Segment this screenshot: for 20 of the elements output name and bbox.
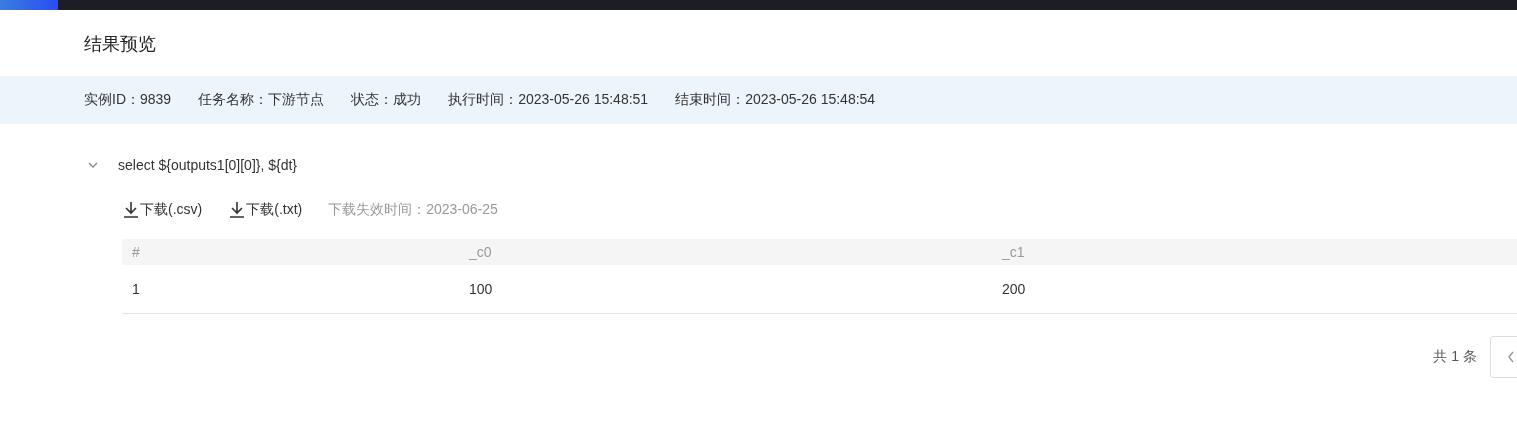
column-header: # (131, 244, 141, 260)
table-cell-text: 1 (131, 281, 141, 297)
expiry-text: 下载失效时间：2023-06-25 (328, 201, 498, 219)
info-item: 实例ID：9839 (84, 91, 172, 109)
info-item: 执行时间：2023-05-26 15:48:51 (448, 91, 649, 109)
column-header: _c1 (1000, 244, 1026, 260)
table-cell-text: 100 (468, 281, 494, 297)
chevron-left-icon (1507, 351, 1515, 363)
download-icon (122, 201, 140, 219)
download-link[interactable]: 下载(.txt) (228, 201, 303, 219)
info-item: 任务名称：下游节点 (198, 91, 325, 109)
query-text: select ${outputs1[0][0]}, ${dt} (118, 157, 298, 173)
page-title: 结果预览 (83, 33, 157, 56)
column-header: _c0 (467, 244, 493, 260)
total-count: 共 1 条 (1433, 348, 1477, 366)
download-link[interactable]: 下载(.csv) (122, 201, 203, 219)
info-item: 结束时间：2023-05-26 15:48:54 (675, 91, 876, 109)
download-icon (228, 201, 247, 219)
info-item: 状态：成功 (351, 91, 422, 109)
table-cell-text: 200 (1001, 281, 1027, 297)
